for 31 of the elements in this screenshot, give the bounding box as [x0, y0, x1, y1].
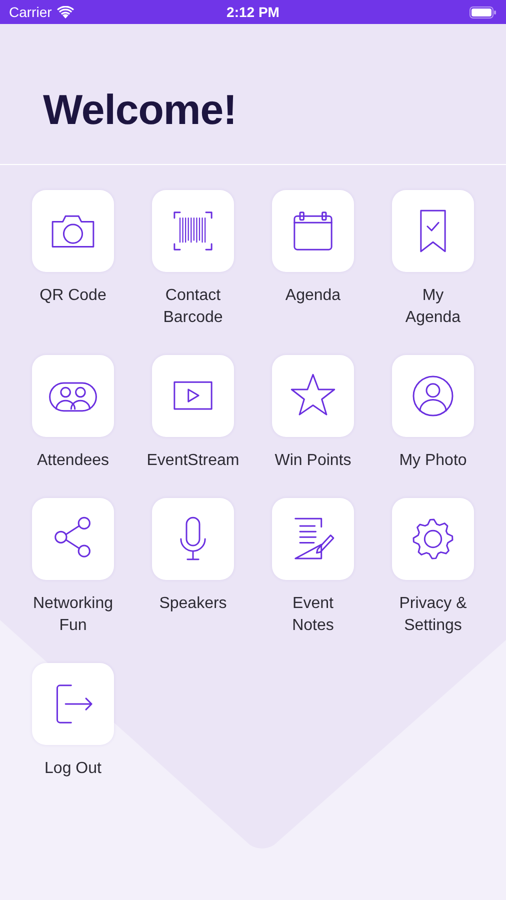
menu-label[interactable]: Contact Barcode: [163, 285, 223, 329]
menu-tile[interactable]: [152, 498, 234, 580]
menu-label[interactable]: QR Code: [40, 285, 106, 307]
carrier-name: Carrier: [9, 2, 52, 22]
welcome-title: Welcome!: [43, 89, 237, 131]
menu-label[interactable]: Privacy & Settings: [399, 593, 467, 637]
menu-label[interactable]: Speakers: [159, 593, 227, 615]
wifi-icon: [56, 6, 74, 18]
menu-tile[interactable]: [32, 355, 114, 437]
menu-tile[interactable]: [32, 498, 114, 580]
menu-tile[interactable]: [152, 190, 234, 272]
menu-label[interactable]: Event Notes: [292, 593, 334, 637]
menu-tile[interactable]: [392, 355, 474, 437]
menu-tile[interactable]: [32, 663, 114, 745]
menu-tile[interactable]: [392, 498, 474, 580]
menu-tile[interactable]: [152, 355, 234, 437]
menu-label[interactable]: Log Out: [44, 758, 102, 780]
menu-label[interactable]: Agenda: [285, 285, 341, 307]
menu-label[interactable]: My Agenda: [405, 285, 461, 329]
status-time: 2:12 PM: [226, 2, 280, 22]
menu-tile[interactable]: [32, 190, 114, 272]
menu-tile[interactable]: [272, 498, 354, 580]
menu-label[interactable]: Attendees: [36, 450, 110, 472]
menu-tile[interactable]: [272, 355, 354, 437]
menu-label[interactable]: Win Points: [274, 450, 352, 472]
menu-label[interactable]: My Photo: [399, 450, 467, 472]
menu-tile[interactable]: [392, 190, 474, 272]
menu-label[interactable]: EventStream: [146, 450, 240, 472]
battery-icon: [469, 6, 497, 18]
menu-tile[interactable]: [272, 190, 354, 272]
menu-label[interactable]: Networking Fun: [32, 593, 114, 637]
